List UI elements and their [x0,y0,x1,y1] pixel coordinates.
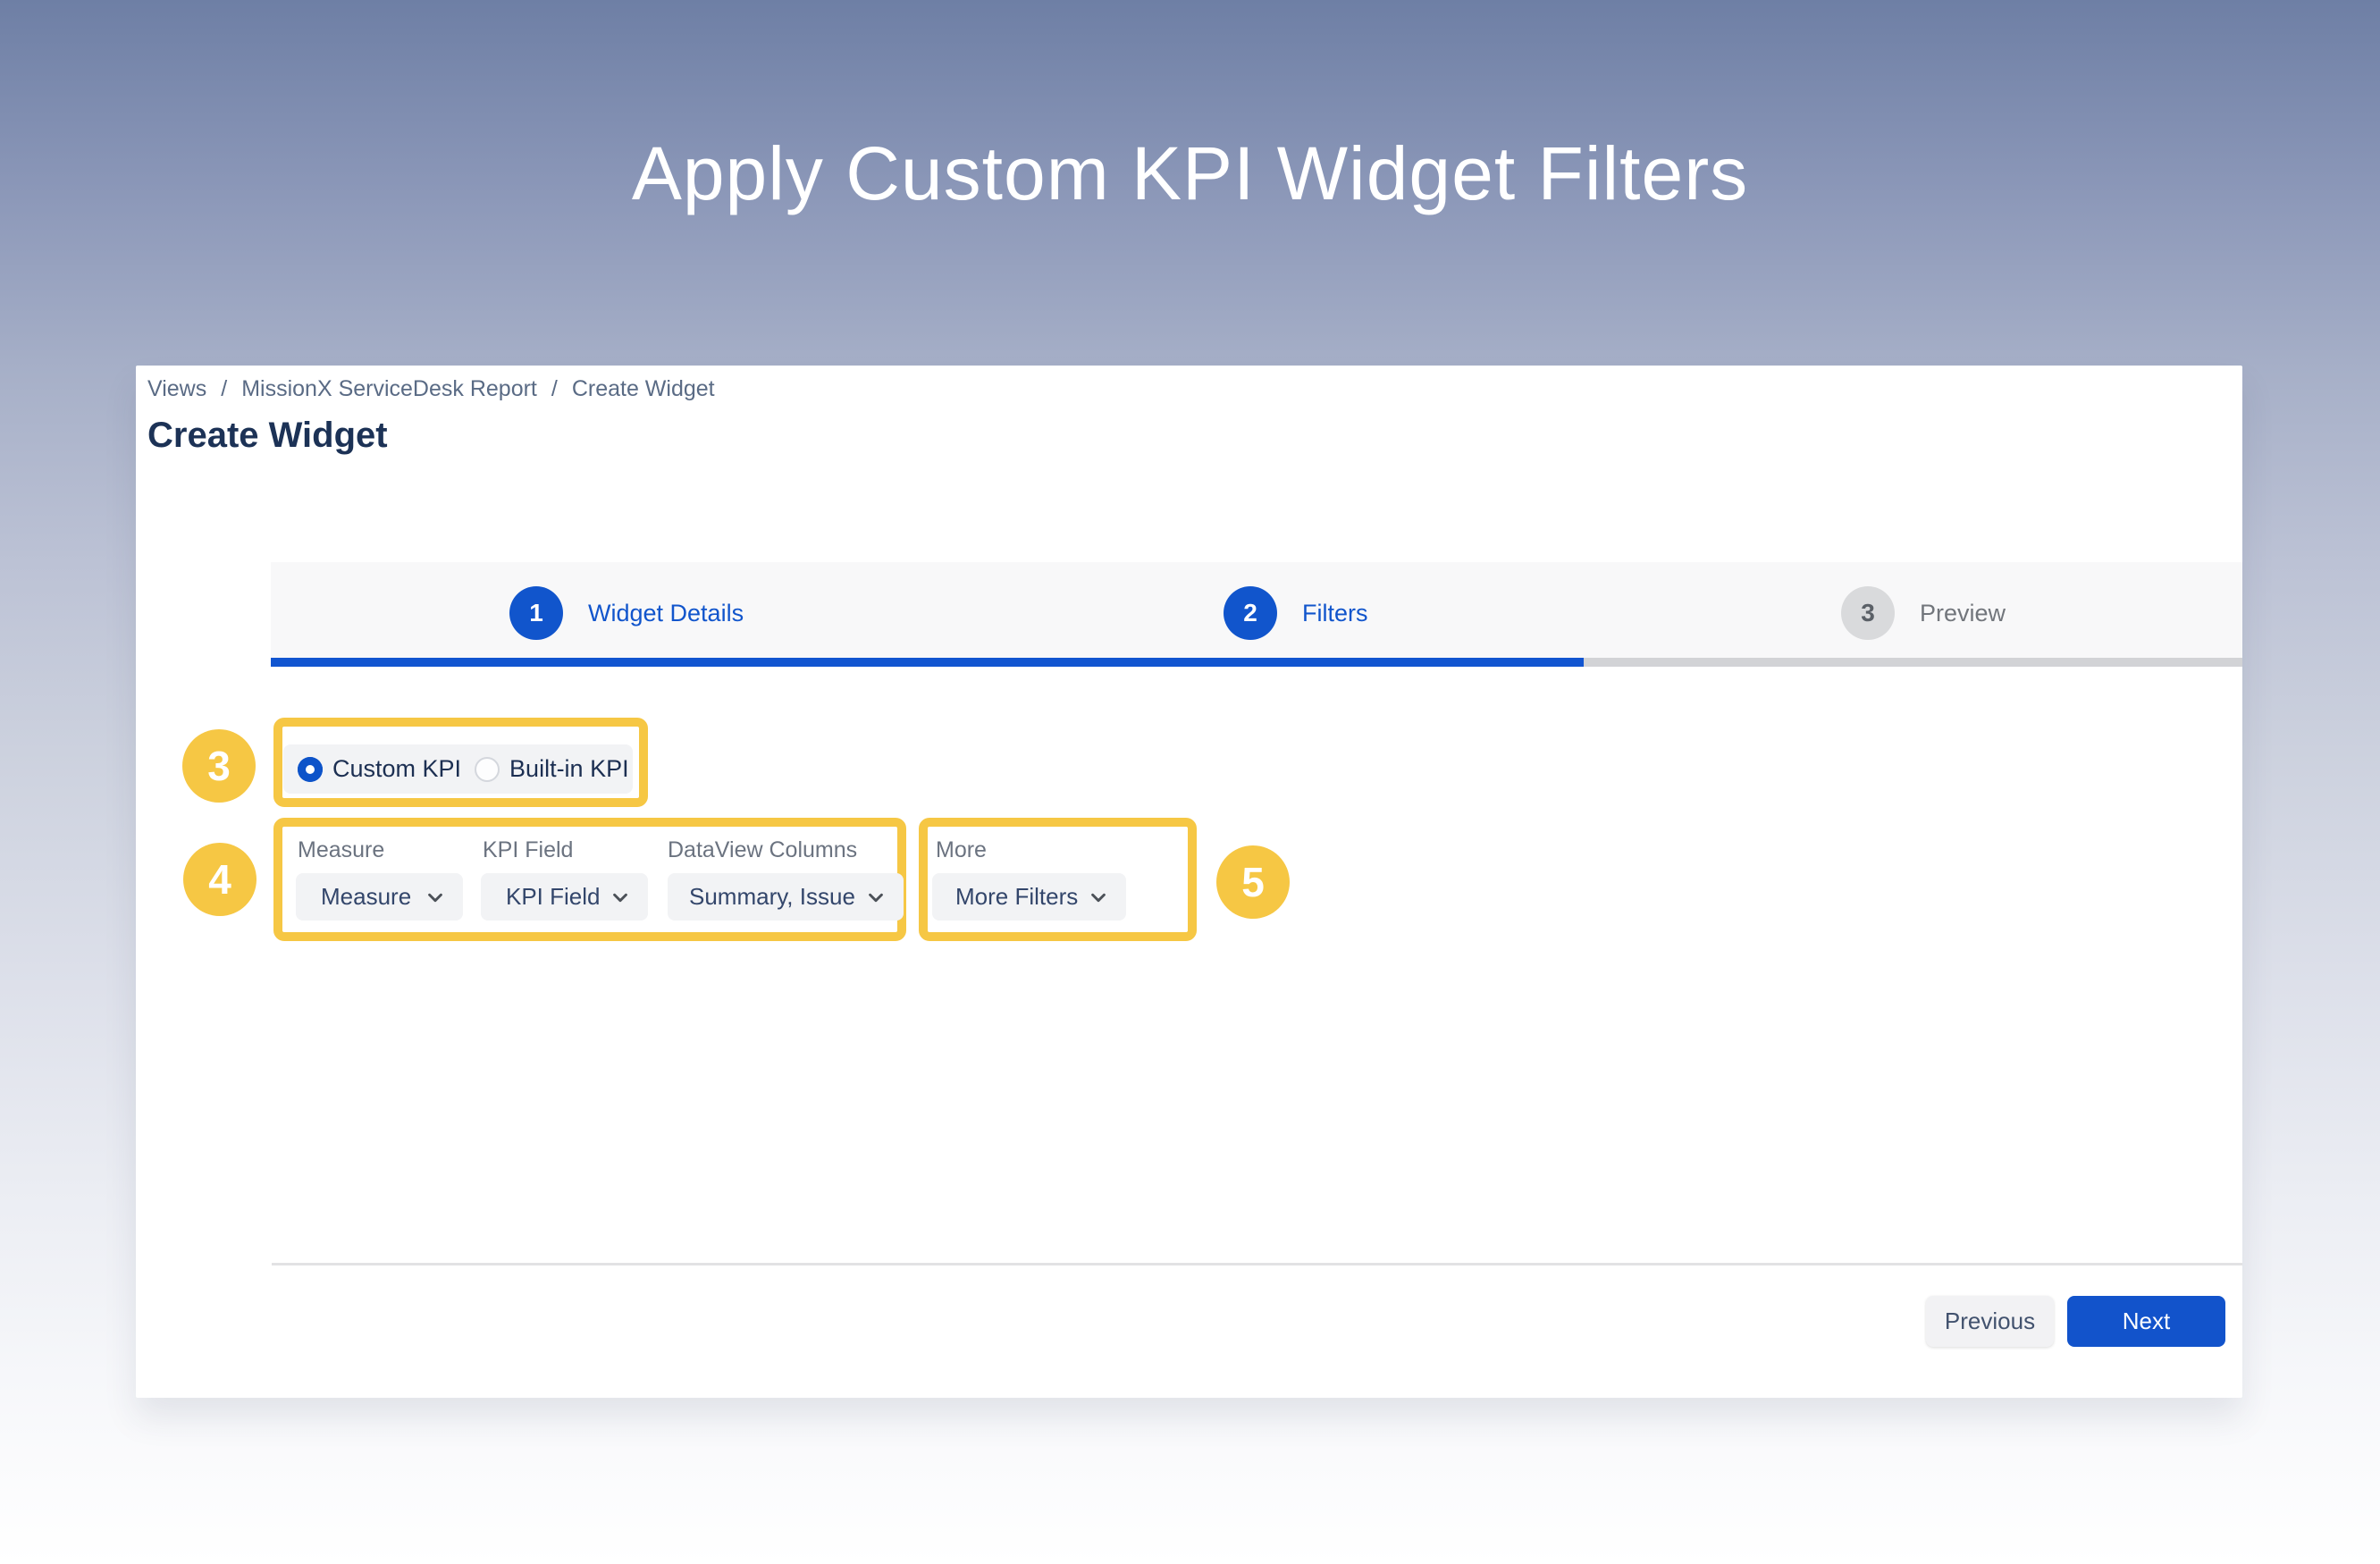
built-in-kpi-radio[interactable]: Built-in KPI [475,755,629,783]
annotation-badge-5: 5 [1216,845,1290,919]
annotation-badge-4: 4 [183,843,257,916]
chevron-down-icon [425,887,445,907]
more-label: More [936,837,987,863]
chevron-down-icon [610,887,630,907]
page-background: Apply Custom KPI Widget Filters Views / … [0,0,2380,1564]
measure-dropdown-value: Measure [321,883,411,911]
custom-kpi-radio[interactable]: Custom KPI [298,755,461,783]
chevron-down-icon [1089,887,1108,907]
dataview-columns-label: DataView Columns [668,837,857,863]
step-widget-details[interactable]: 1 Widget Details [509,586,744,640]
step-3-circle: 3 [1841,586,1895,640]
custom-kpi-label[interactable]: Custom KPI [332,755,461,783]
step-3-label: Preview [1920,600,2006,627]
previous-button[interactable]: Previous [1926,1296,2054,1347]
dataview-columns-dropdown[interactable]: Summary, Issue ... [668,873,904,921]
kpi-type-radio-group: Custom KPI Built-in KPI [283,744,633,794]
breadcrumb-separator: / [551,376,558,402]
kpi-field-dropdown[interactable]: KPI Field [481,873,648,921]
step-1-label: Widget Details [588,600,744,627]
kpi-field-dropdown-value: KPI Field [506,883,600,911]
create-widget-card: Views / MissionX ServiceDesk Report / Cr… [136,366,2242,1398]
step-filters[interactable]: 2 Filters [1224,586,1368,640]
more-filters-dropdown-value: More Filters [955,883,1078,911]
wizard-stepper: 1 Widget Details 2 Filters 3 Preview [271,562,2242,667]
breadcrumb-separator: / [221,376,227,402]
step-1-circle: 1 [509,586,563,640]
dataview-columns-dropdown-value: Summary, Issue ... [689,883,855,911]
wizard-progress-fill [271,658,1584,667]
breadcrumb-current: Create Widget [572,376,715,402]
more-filters-dropdown[interactable]: More Filters [932,873,1126,921]
next-button[interactable]: Next [2067,1296,2225,1347]
measure-dropdown[interactable]: Measure [296,873,463,921]
annotation-badge-3: 3 [182,729,256,803]
step-2-label: Filters [1302,600,1368,627]
step-preview[interactable]: 3 Preview [1841,586,2006,640]
breadcrumb-views[interactable]: Views [147,376,206,402]
footer-divider [272,1263,2242,1265]
radio-selected-icon[interactable] [298,757,323,782]
chevron-down-icon [866,887,886,907]
card-heading: Create Widget [147,416,388,456]
built-in-kpi-label[interactable]: Built-in KPI [509,755,629,783]
wizard-progress-track [271,658,2242,667]
measure-field-label: Measure [298,837,384,863]
kpi-field-label: KPI Field [483,837,573,863]
page-title: Apply Custom KPI Widget Filters [0,130,2380,217]
breadcrumb-report[interactable]: MissionX ServiceDesk Report [241,376,537,402]
radio-unselected-icon[interactable] [475,757,500,782]
step-2-circle: 2 [1224,586,1277,640]
breadcrumb: Views / MissionX ServiceDesk Report / Cr… [147,376,715,402]
